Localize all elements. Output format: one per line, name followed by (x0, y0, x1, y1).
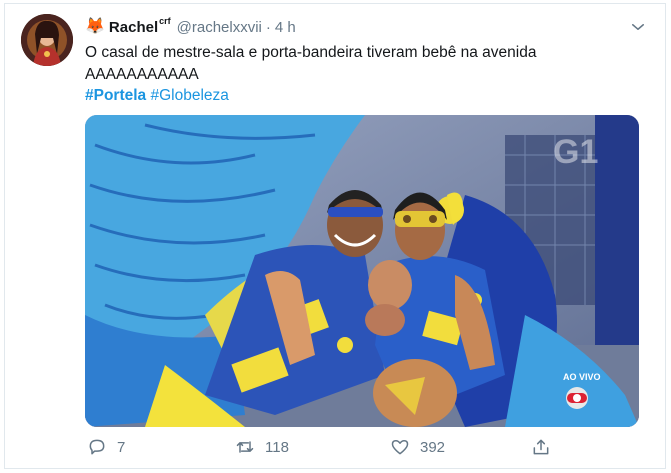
author-handle[interactable]: @rachelxxvii (177, 19, 262, 36)
tweet-text: O casal de mestre-sala e porta-bandeira … (85, 42, 645, 86)
retweet-button[interactable]: 118 (235, 437, 289, 457)
g1-watermark: G1 (553, 133, 598, 171)
like-count: 392 (420, 438, 446, 456)
reply-button[interactable]: 7 (87, 437, 125, 457)
retweet-count: 118 (265, 438, 289, 456)
share-icon (533, 439, 549, 455)
tweet-actions: 7 118 392 (85, 437, 565, 461)
tweet-media-image[interactable]: G1 AO VIVO (85, 115, 639, 427)
share-button[interactable] (531, 437, 561, 457)
retweet-icon (236, 441, 254, 453)
chevron-down-icon[interactable] (629, 18, 647, 36)
tweet-timestamp[interactable]: 4 h (275, 19, 296, 36)
hashtag-globeleza[interactable]: #Globeleza (150, 87, 228, 104)
live-label: AO VIVO (563, 372, 601, 382)
fox-emoji: 🦊 (85, 18, 105, 35)
reply-icon (89, 439, 105, 455)
tweet-text-line-1: O casal de mestre-sala e porta-bandeira … (85, 44, 537, 61)
globo-logo-icon (566, 387, 588, 409)
author-name[interactable]: Rachel (109, 19, 158, 36)
tweet-text-line-2: AAAAAAAAAAA (85, 66, 199, 83)
reply-count: 7 (117, 438, 126, 456)
hashtag-portela[interactable]: #Portela (85, 87, 146, 104)
tweet-header: 🦊 Rachel crf @rachelxxvii · 4 h (85, 16, 649, 38)
author-name-suffix: crf (159, 16, 171, 26)
tweet-card[interactable]: 🦊 Rachel crf @rachelxxvii · 4 h O casal d… (4, 3, 666, 469)
heart-icon (391, 440, 409, 455)
avatar[interactable] (21, 14, 73, 66)
like-button[interactable]: 392 (390, 437, 445, 457)
separator-dot: · (265, 18, 271, 36)
hashtags: #Portela #Globeleza (85, 86, 229, 106)
